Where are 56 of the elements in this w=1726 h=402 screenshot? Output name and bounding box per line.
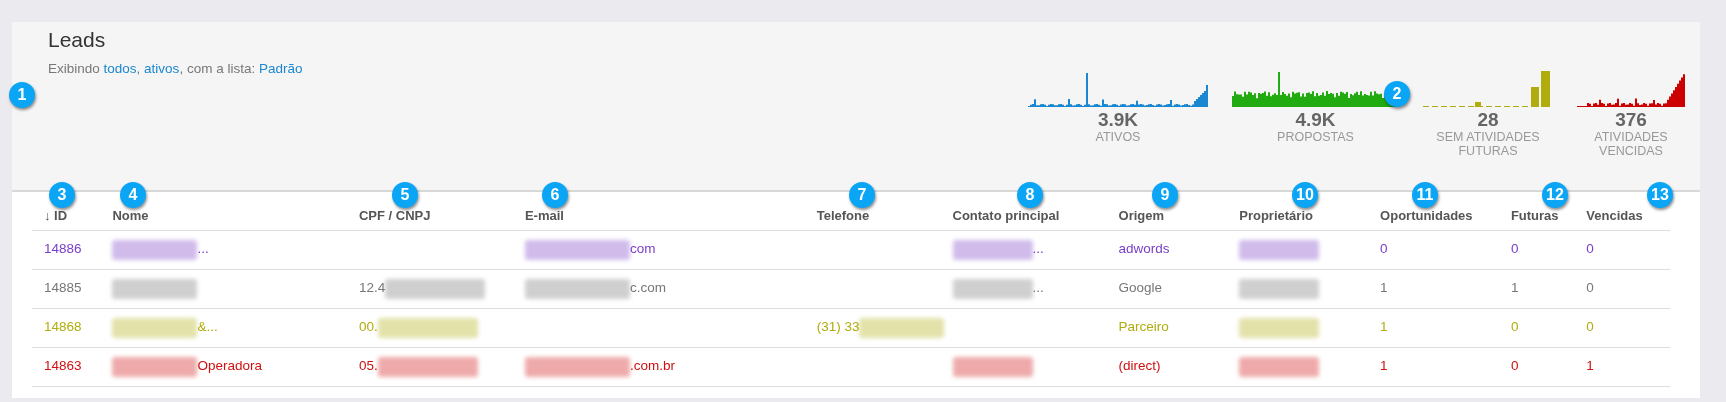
stat-label: ATIVIDADES VENCIDAS — [1593, 130, 1669, 158]
table-cell: 05. — [358, 358, 378, 374]
column-header[interactable]: Contato principal — [952, 208, 1060, 223]
column-header[interactable]: Proprietário — [1239, 208, 1313, 223]
filter-summary: Exibindo todos, ativos, com a lista: Padrão — [48, 60, 303, 78]
table-cell: 0 — [1510, 358, 1519, 374]
column-header[interactable]: Telefone — [816, 208, 870, 223]
table-cell: Operadora — [197, 358, 262, 374]
table-cell: ... — [1032, 280, 1044, 296]
table-cell: adwords — [1118, 241, 1170, 257]
table-cell: 14885 — [44, 280, 82, 296]
column-header[interactable]: Origem — [1118, 208, 1165, 223]
table-cell: 0 — [1586, 280, 1594, 296]
table-cell: (31) 33 — [816, 319, 860, 335]
column-header[interactable]: E-mail — [524, 208, 564, 223]
page-title: Leads — [48, 27, 107, 53]
table-cell: 00. — [358, 319, 378, 335]
table-cell: 14868 — [44, 319, 82, 335]
table-cell: 0 — [1510, 319, 1519, 335]
column-header[interactable]: Vencidas — [1586, 208, 1643, 223]
table-cell: com — [629, 241, 656, 257]
table-cell: &... — [197, 319, 218, 335]
stat-label: SEM ATIVIDADES FUTURAS — [1435, 130, 1541, 158]
table-cell: c.com — [629, 280, 666, 296]
stat-value: 28 — [1477, 110, 1499, 130]
stat-label: PROPOSTAS — [1277, 130, 1354, 144]
column-header[interactable]: Futuras — [1510, 208, 1559, 223]
table-cell: Parceiro — [1118, 319, 1169, 335]
table-cell: ... — [197, 241, 209, 257]
stat-label: ATIVOS — [1095, 130, 1141, 144]
table-cell: 14886 — [44, 241, 82, 257]
filter-link[interactable]: todos — [103, 61, 137, 76]
table-cell: 0 — [1380, 241, 1388, 257]
table-cell: 14863 — [44, 358, 82, 374]
column-header[interactable]: Nome — [112, 208, 149, 223]
column-header[interactable]: Oportunidades — [1380, 208, 1473, 223]
table-cell: (direct) — [1118, 358, 1161, 374]
column-header[interactable]: ↓ ID — [44, 208, 68, 223]
table-cell: 1 — [1586, 358, 1594, 374]
table-cell: Google — [1118, 280, 1163, 296]
stat-value: 4.9K — [1295, 110, 1336, 130]
stat-value: 376 — [1615, 110, 1647, 130]
table-cell: 12.4 — [358, 280, 386, 296]
table-cell: 0 — [1586, 319, 1594, 335]
filter-link[interactable]: Padrão — [258, 61, 303, 76]
table-cell: ... — [1032, 241, 1044, 257]
table-cell: 1 — [1380, 319, 1388, 335]
table-cell: 1 — [1380, 358, 1388, 374]
table-cell: 0 — [1510, 241, 1519, 257]
table-cell: 0 — [1586, 241, 1594, 257]
table-cell: 1 — [1510, 280, 1519, 296]
table-cell: .com.br — [629, 358, 675, 374]
callout-badge: 1 — [9, 82, 35, 108]
stat-value: 3.9K — [1097, 110, 1139, 130]
column-header[interactable]: CPF / CNPJ — [358, 208, 431, 223]
table-cell: 1 — [1380, 280, 1388, 296]
